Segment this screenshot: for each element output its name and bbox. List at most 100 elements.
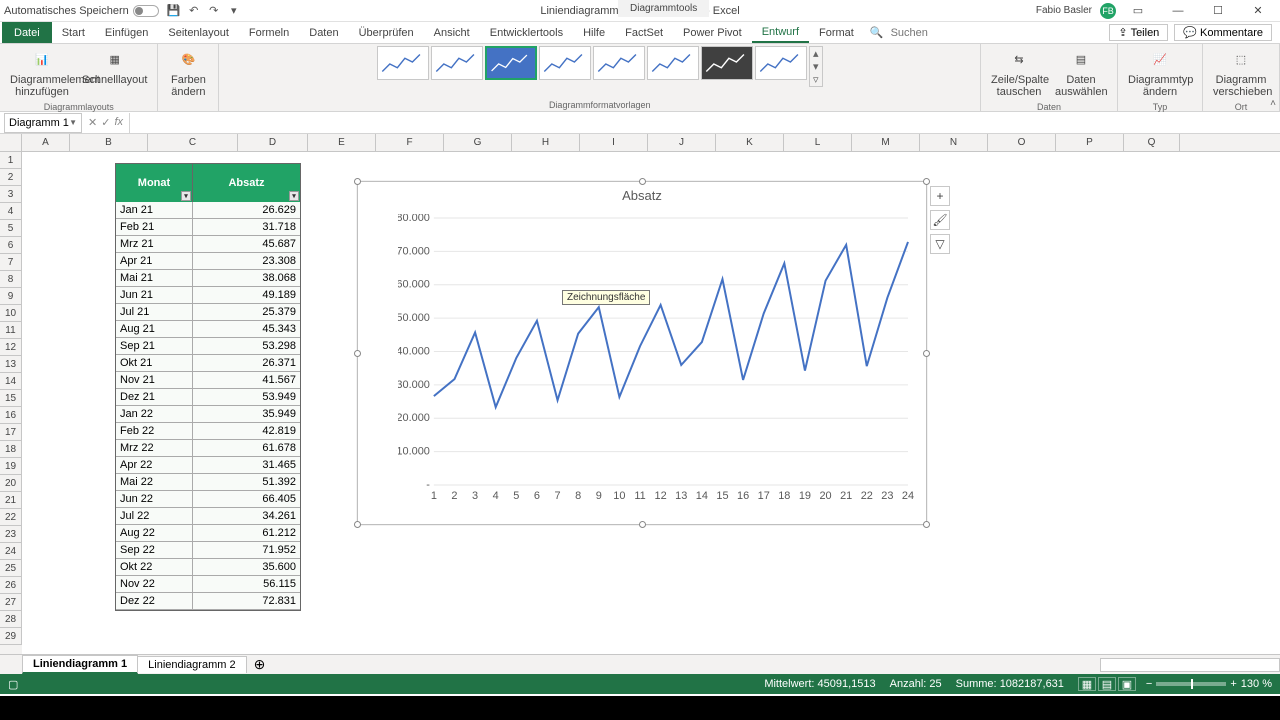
- row-header[interactable]: 9: [0, 288, 22, 305]
- styles-more-button[interactable]: ▴▾▿: [809, 46, 823, 87]
- cell-value[interactable]: 72.831: [193, 593, 300, 610]
- row-header[interactable]: 17: [0, 424, 22, 441]
- chart-style-thumb[interactable]: [485, 46, 537, 80]
- resize-handle[interactable]: [639, 178, 646, 185]
- row-header[interactable]: 24: [0, 543, 22, 560]
- ribbon-display-icon[interactable]: ▭: [1120, 1, 1156, 21]
- minimize-icon[interactable]: —: [1160, 1, 1196, 21]
- zoom-slider[interactable]: [1156, 682, 1226, 686]
- table-row[interactable]: Feb 2242.819: [116, 423, 300, 440]
- row-header[interactable]: 21: [0, 492, 22, 509]
- row-header[interactable]: 11: [0, 322, 22, 339]
- add-chart-element-button[interactable]: 📊 Diagrammelement hinzufügen: [6, 46, 78, 100]
- table-row[interactable]: Okt 2126.371: [116, 355, 300, 372]
- row-header[interactable]: 5: [0, 220, 22, 237]
- cell-month[interactable]: Sep 21: [116, 338, 193, 355]
- table-row[interactable]: Okt 2235.600: [116, 559, 300, 576]
- row-header[interactable]: 29: [0, 628, 22, 645]
- cell-month[interactable]: Aug 21: [116, 321, 193, 338]
- col-header[interactable]: M: [852, 134, 920, 151]
- table-row[interactable]: Mai 2138.068: [116, 270, 300, 287]
- enter-formula-icon[interactable]: ✓: [101, 116, 110, 129]
- cell-value[interactable]: 35.949: [193, 406, 300, 423]
- tab-entwicklertools[interactable]: Entwicklertools: [480, 22, 573, 43]
- chart-style-thumb[interactable]: [431, 46, 483, 80]
- spreadsheet-grid[interactable]: ABCDEFGHIJKLMNOPQ 1234567891011121314151…: [0, 134, 1280, 654]
- resize-handle[interactable]: [923, 178, 930, 185]
- cell-value[interactable]: 45.343: [193, 321, 300, 338]
- select-data-button[interactable]: ▤ Daten auswählen: [1051, 46, 1111, 100]
- col-header[interactable]: I: [580, 134, 648, 151]
- tab-entwurf[interactable]: Entwurf: [752, 22, 809, 43]
- record-macro-icon[interactable]: ▢: [8, 678, 18, 691]
- cell-month[interactable]: Apr 21: [116, 253, 193, 270]
- cell-month[interactable]: Nov 22: [116, 576, 193, 593]
- chevron-down-icon[interactable]: ▼: [69, 118, 77, 127]
- col-header[interactable]: P: [1056, 134, 1124, 151]
- cell-month[interactable]: Mai 21: [116, 270, 193, 287]
- cell-month[interactable]: Feb 21: [116, 219, 193, 236]
- tab-power pivot[interactable]: Power Pivot: [673, 22, 752, 43]
- resize-handle[interactable]: [923, 350, 930, 357]
- col-header[interactable]: F: [376, 134, 444, 151]
- chart-style-thumb[interactable]: [593, 46, 645, 80]
- table-row[interactable]: Jul 2234.261: [116, 508, 300, 525]
- save-icon[interactable]: 💾: [167, 4, 181, 18]
- cell-value[interactable]: 31.718: [193, 219, 300, 236]
- chart-style-thumb[interactable]: [647, 46, 699, 80]
- share-button[interactable]: ⇪Teilen: [1109, 24, 1168, 41]
- row-header[interactable]: 1: [0, 152, 22, 169]
- undo-icon[interactable]: ↶: [187, 4, 201, 18]
- tab-format[interactable]: Format: [809, 22, 864, 43]
- resize-handle[interactable]: [639, 521, 646, 528]
- cell-month[interactable]: Jan 22: [116, 406, 193, 423]
- chart-title[interactable]: Absatz: [358, 182, 926, 207]
- resize-handle[interactable]: [923, 521, 930, 528]
- filter-dropdown-icon[interactable]: ▾: [181, 191, 191, 201]
- col-header[interactable]: D: [238, 134, 308, 151]
- row-header[interactable]: 18: [0, 441, 22, 458]
- table-row[interactable]: Sep 2153.298: [116, 338, 300, 355]
- row-header[interactable]: 26: [0, 577, 22, 594]
- cell-month[interactable]: Jan 21: [116, 202, 193, 219]
- row-header[interactable]: 14: [0, 373, 22, 390]
- cell-value[interactable]: 66.405: [193, 491, 300, 508]
- col-header[interactable]: E: [308, 134, 376, 151]
- cell-month[interactable]: Sep 22: [116, 542, 193, 559]
- cancel-formula-icon[interactable]: ✕: [88, 116, 97, 129]
- row-header[interactable]: 16: [0, 407, 22, 424]
- cell-value[interactable]: 25.379: [193, 304, 300, 321]
- col-header[interactable]: H: [512, 134, 580, 151]
- table-row[interactable]: Jul 2125.379: [116, 304, 300, 321]
- tab-ansicht[interactable]: Ansicht: [424, 22, 480, 43]
- table-row[interactable]: Nov 2141.567: [116, 372, 300, 389]
- user-avatar[interactable]: FB: [1100, 3, 1116, 19]
- tab-überprüfen[interactable]: Überprüfen: [349, 22, 424, 43]
- cell-value[interactable]: 26.371: [193, 355, 300, 372]
- table-row[interactable]: Dez 2272.831: [116, 593, 300, 610]
- row-header[interactable]: 6: [0, 237, 22, 254]
- col-header[interactable]: C: [148, 134, 238, 151]
- normal-view-icon[interactable]: ▦: [1078, 677, 1096, 691]
- cell-month[interactable]: Dez 22: [116, 593, 193, 610]
- col-header[interactable]: O: [988, 134, 1056, 151]
- maximize-icon[interactable]: ☐: [1200, 1, 1236, 21]
- table-row[interactable]: Dez 2153.949: [116, 389, 300, 406]
- formula-input[interactable]: [129, 113, 1280, 133]
- search-icon[interactable]: 🔍: [870, 26, 884, 39]
- table-row[interactable]: Jun 2266.405: [116, 491, 300, 508]
- change-chart-type-button[interactable]: 📈 Diagrammtyp ändern: [1124, 46, 1196, 100]
- quick-layout-button[interactable]: ▦ Schnelllayout: [78, 46, 151, 100]
- chart-style-thumb[interactable]: [539, 46, 591, 80]
- cell-month[interactable]: Jul 21: [116, 304, 193, 321]
- cell-month[interactable]: Jun 21: [116, 287, 193, 304]
- col-header[interactable]: L: [784, 134, 852, 151]
- change-colors-button[interactable]: 🎨 Farben ändern: [164, 46, 212, 100]
- cell-month[interactable]: Dez 21: [116, 389, 193, 406]
- table-row[interactable]: Jan 2126.629: [116, 202, 300, 219]
- name-box[interactable]: Diagramm 1 ▼: [4, 113, 82, 133]
- tab-factset[interactable]: FactSet: [615, 22, 673, 43]
- chart-styles-button[interactable]: 🖌: [930, 210, 950, 230]
- table-row[interactable]: Apr 2123.308: [116, 253, 300, 270]
- tab-hilfe[interactable]: Hilfe: [573, 22, 615, 43]
